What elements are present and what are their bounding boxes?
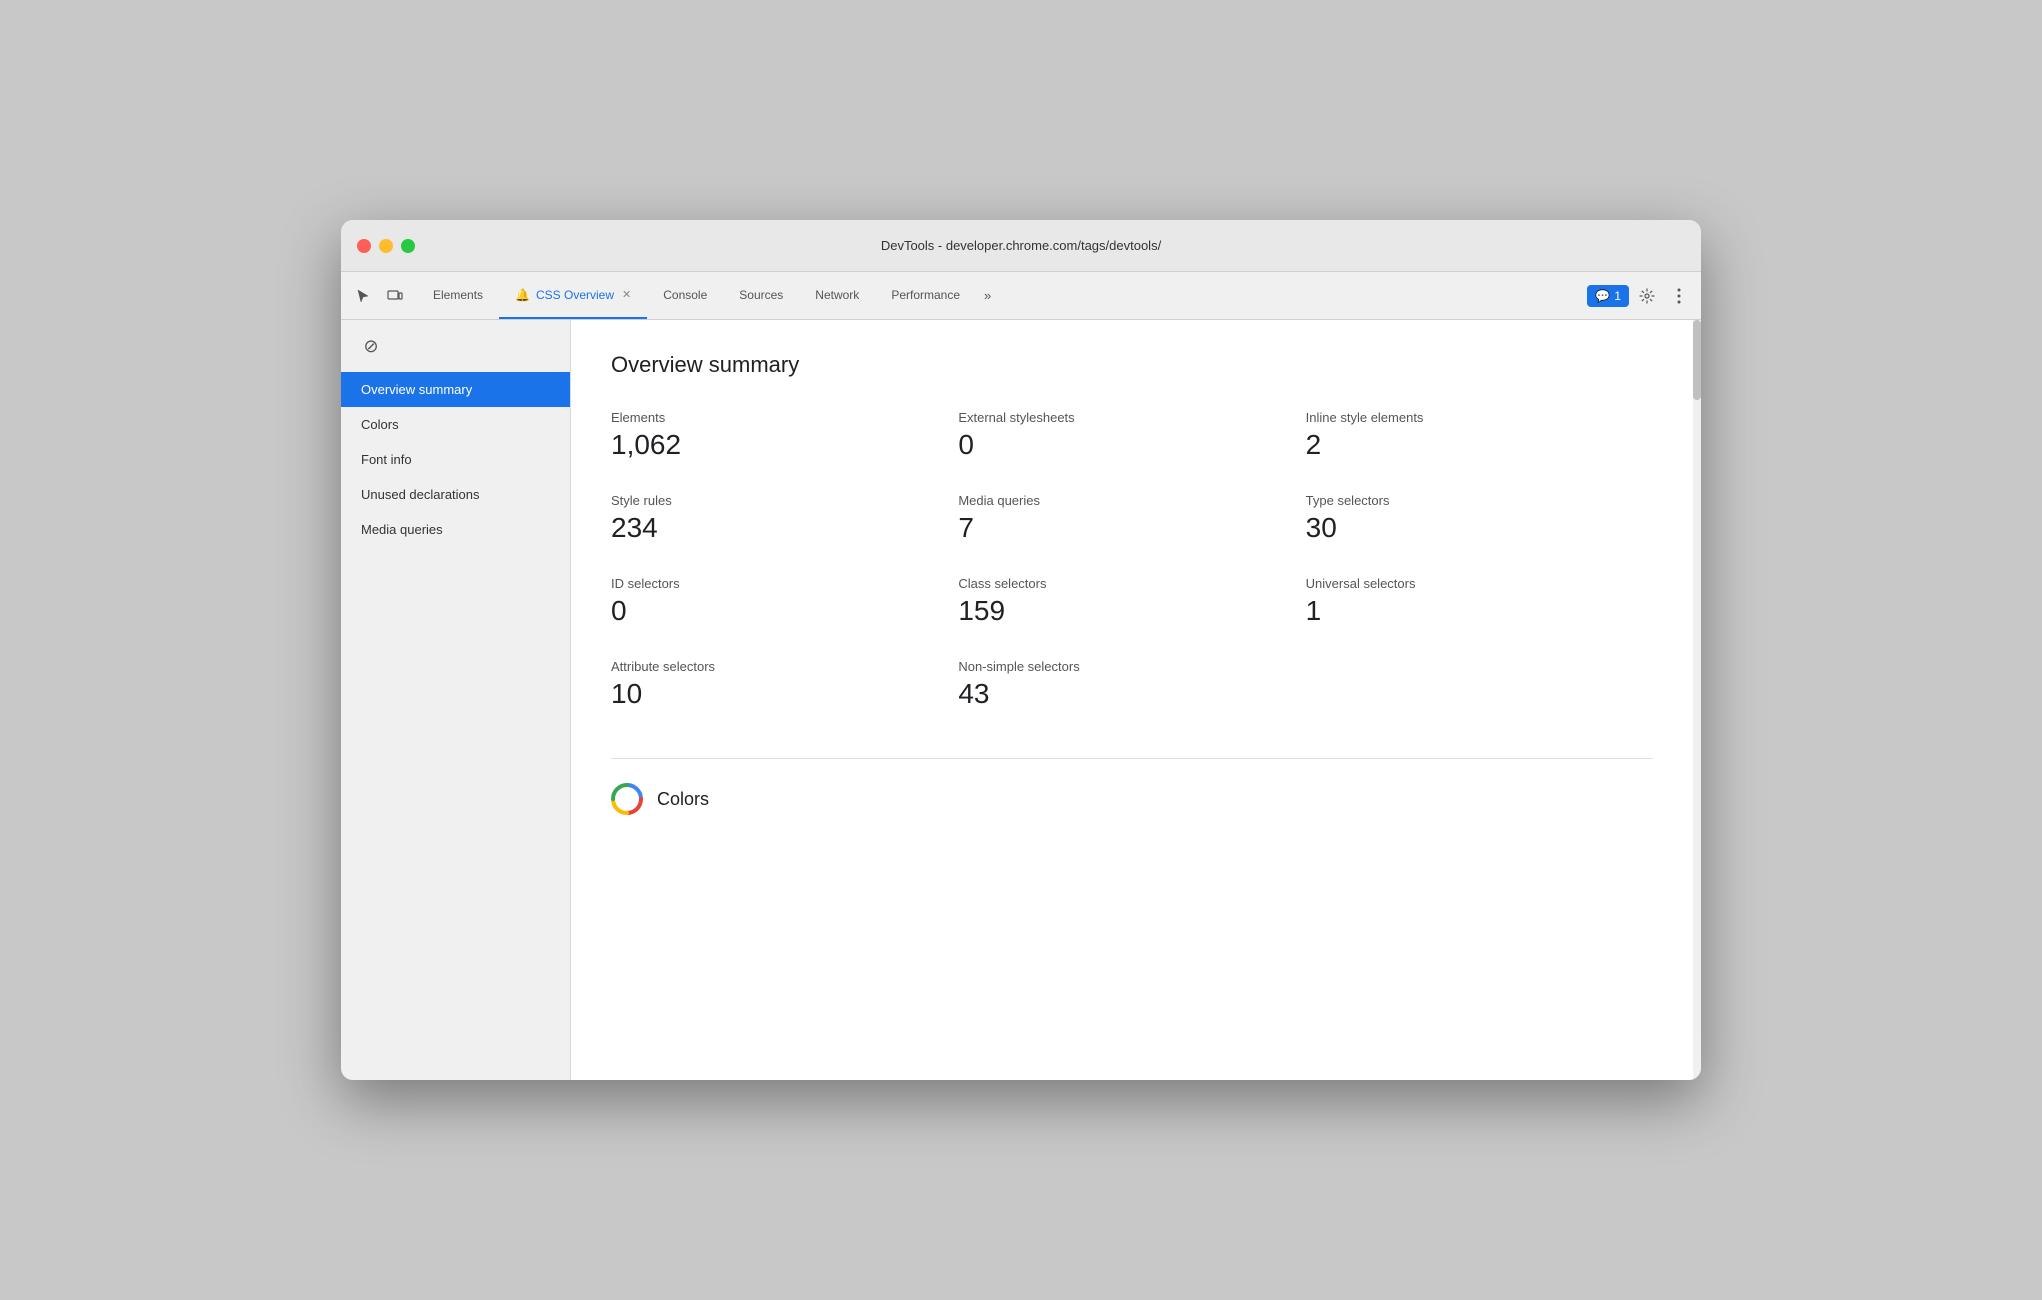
sidebar-item-media-queries[interactable]: Media queries (341, 512, 570, 547)
sidebar-nav: Overview summary Colors Font info Unused… (341, 372, 570, 547)
tab-close-icon[interactable]: ✕ (622, 288, 631, 301)
maximize-button[interactable] (401, 239, 415, 253)
scrollbar-thumb[interactable] (1693, 320, 1701, 400)
stat-inline-style-elements: Inline style elements 2 (1306, 410, 1653, 461)
colors-label: Colors (657, 789, 709, 810)
stat-placeholder (1306, 659, 1653, 710)
stat-type-selectors: Type selectors 30 (1306, 493, 1653, 544)
close-button[interactable] (357, 239, 371, 253)
content-area: Overview summary Elements 1,062 External… (571, 320, 1693, 1080)
tab-css-overview[interactable]: 🔔 CSS Overview ✕ (499, 272, 647, 319)
tab-console[interactable]: Console (647, 272, 723, 319)
browser-window: DevTools - developer.chrome.com/tags/dev… (341, 220, 1701, 1080)
more-tabs-button[interactable]: » (976, 272, 999, 319)
cursor-icon[interactable] (349, 282, 377, 310)
sidebar-item-overview-summary[interactable]: Overview summary (341, 372, 570, 407)
stat-non-simple-selectors: Non-simple selectors 43 (958, 659, 1305, 710)
scrollbar-track[interactable] (1693, 320, 1701, 1080)
tabs: Elements 🔔 CSS Overview ✕ Console Source… (417, 272, 1587, 319)
sidebar-item-font-info[interactable]: Font info (341, 442, 570, 477)
title-bar: DevTools - developer.chrome.com/tags/dev… (341, 220, 1701, 272)
stat-id-selectors: ID selectors 0 (611, 576, 958, 627)
stats-grid: Elements 1,062 External stylesheets 0 In… (611, 410, 1653, 710)
stat-external-stylesheets: External stylesheets 0 (958, 410, 1305, 461)
sidebar: ⊘ Overview summary Colors Font info Unus… (341, 320, 571, 1080)
stat-style-rules: Style rules 234 (611, 493, 958, 544)
feedback-button[interactable]: 💬 1 (1587, 285, 1629, 307)
minimize-button[interactable] (379, 239, 393, 253)
main-panel: Overview summary Elements 1,062 External… (571, 320, 1693, 1080)
device-toggle-icon[interactable] (381, 282, 409, 310)
stat-universal-selectors: Universal selectors 1 (1306, 576, 1653, 627)
settings-icon[interactable] (1633, 282, 1661, 310)
more-options-icon[interactable] (1665, 282, 1693, 310)
tab-sources[interactable]: Sources (723, 272, 799, 319)
tab-performance[interactable]: Performance (875, 272, 976, 319)
sidebar-header: ⊘ (341, 320, 570, 372)
devtools-body: ⊘ Overview summary Colors Font info Unus… (341, 320, 1701, 1080)
colors-section: Colors (611, 783, 1653, 831)
tab-elements[interactable]: Elements (417, 272, 499, 319)
colors-icon (611, 783, 643, 815)
tab-bar: Elements 🔔 CSS Overview ✕ Console Source… (341, 272, 1701, 320)
toolbar-right: 💬 1 (1587, 272, 1693, 319)
window-title: DevTools - developer.chrome.com/tags/dev… (881, 238, 1161, 253)
tab-network[interactable]: Network (799, 272, 875, 319)
section-divider (611, 758, 1653, 759)
stat-elements: Elements 1,062 (611, 410, 958, 461)
toolbar-left (349, 272, 409, 319)
sidebar-item-colors[interactable]: Colors (341, 407, 570, 442)
chat-icon: 💬 (1595, 289, 1610, 303)
no-entry-icon[interactable]: ⊘ (357, 332, 385, 360)
stat-media-queries: Media queries 7 (958, 493, 1305, 544)
stat-attribute-selectors: Attribute selectors 10 (611, 659, 958, 710)
sidebar-item-unused-declarations[interactable]: Unused declarations (341, 477, 570, 512)
traffic-lights (357, 239, 415, 253)
stat-class-selectors: Class selectors 159 (958, 576, 1305, 627)
page-title: Overview summary (611, 352, 1653, 378)
